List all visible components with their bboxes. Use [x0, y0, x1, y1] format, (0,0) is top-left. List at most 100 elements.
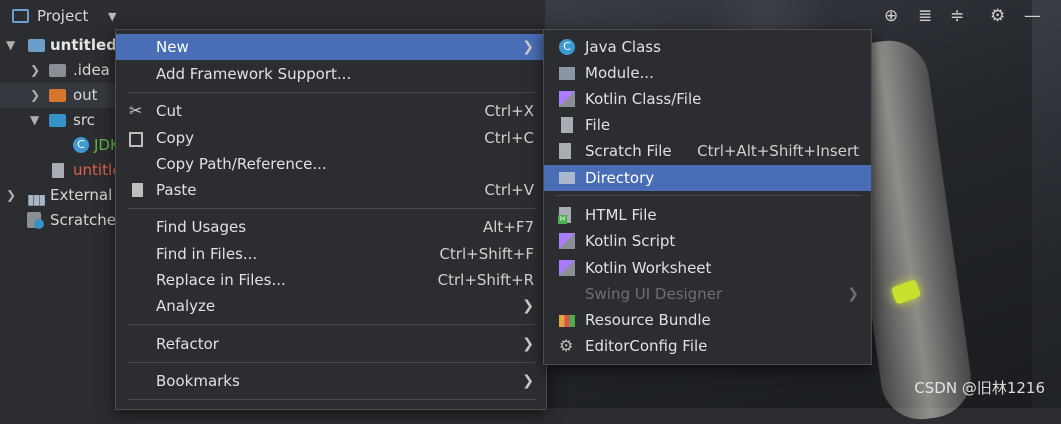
resource-bundle-icon	[559, 315, 575, 327]
chevron-right-icon: ❯	[522, 336, 534, 352]
chevron-down-icon[interactable]: ▼	[108, 10, 116, 23]
menu-item-swing-ui-designer[interactable]: Swing UI Designer ❯	[544, 281, 871, 307]
watermark: CSDN @旧林1216	[914, 379, 1045, 397]
menu-label: EditorConfig File	[585, 337, 708, 355]
tree-label: src	[73, 111, 95, 129]
menu-label: HTML File	[585, 206, 657, 224]
menu-shortcut: Ctrl+X	[484, 102, 534, 120]
scratch-file-icon	[559, 143, 571, 159]
menu-label: Swing UI Designer	[585, 285, 723, 303]
gear-icon[interactable]: ⚙	[990, 6, 1005, 26]
menu-label: Refactor	[156, 335, 219, 353]
menu-item-html-file[interactable]: H HTML File	[544, 202, 871, 228]
clock-icon	[34, 219, 44, 229]
java-class-icon: C	[559, 39, 575, 55]
menu-separator	[128, 92, 536, 93]
menu-label: Resource Bundle	[585, 311, 711, 329]
menu-item-directory[interactable]: Directory	[544, 165, 871, 191]
file-icon	[561, 117, 573, 133]
project-icon	[12, 9, 29, 23]
chevron-right-icon[interactable]: ❯	[30, 58, 40, 83]
menu-item-analyze[interactable]: Analyze ❯	[116, 293, 546, 319]
collapse-all-icon[interactable]: ≑	[950, 6, 964, 26]
menu-shortcut: Alt+F7	[482, 218, 534, 236]
locate-icon[interactable]: ⊕	[884, 6, 898, 26]
tree-label: Scratches	[50, 211, 124, 229]
menu-item-resource-bundle[interactable]: Resource Bundle	[544, 307, 871, 333]
menu-label: Kotlin Script	[585, 232, 676, 250]
menu-item-java-class[interactable]: C Java Class	[544, 34, 871, 60]
menu-shortcut: Ctrl+Shift+F	[439, 245, 534, 263]
menu-item-bookmarks[interactable]: Bookmarks ❯	[116, 368, 546, 394]
tree-label: .idea	[73, 61, 110, 79]
menu-item-file[interactable]: File	[544, 112, 871, 138]
menu-label: Cut	[156, 102, 182, 120]
menu-shortcut: Ctrl+V	[484, 181, 534, 199]
chevron-right-icon[interactable]: ❯	[6, 183, 16, 208]
iml-file-icon	[52, 163, 64, 178]
menu-item-add-framework-support[interactable]: Add Framework Support...	[116, 61, 546, 87]
menu-label: Replace in Files...	[156, 271, 286, 289]
copy-icon	[129, 132, 143, 147]
scissors-icon: ✂	[129, 101, 143, 120]
menu-label: Module...	[585, 64, 654, 82]
excluded-folder-icon	[49, 89, 66, 102]
html-badge-icon: H	[558, 215, 567, 224]
chevron-right-icon: ❯	[847, 286, 859, 302]
module-folder-icon	[28, 39, 45, 52]
menu-item-paste[interactable]: Paste Ctrl+V	[116, 177, 546, 203]
minimize-icon[interactable]: —	[1024, 6, 1041, 26]
menu-separator	[128, 324, 536, 325]
kotlin-icon	[559, 260, 575, 276]
menu-item-scratch-file[interactable]: Scratch File Ctrl+Alt+Shift+Insert	[544, 138, 871, 164]
tree-label: out	[73, 86, 98, 104]
menu-item-kotlin-class[interactable]: Kotlin Class/File	[544, 86, 871, 112]
menu-item-editorconfig-file[interactable]: ⚙ EditorConfig File	[544, 333, 871, 359]
menu-label: New	[156, 38, 189, 56]
menu-label: Java Class	[585, 38, 661, 56]
tree-label: External I	[50, 186, 122, 204]
menu-item-kotlin-script[interactable]: Kotlin Script	[544, 228, 871, 254]
menu-item-refactor[interactable]: Refactor ❯	[116, 331, 546, 357]
menu-item-replace-in-files[interactable]: Replace in Files... Ctrl+Shift+R	[116, 267, 546, 293]
folder-icon	[49, 64, 66, 77]
menu-label: File	[585, 116, 611, 134]
kotlin-icon	[559, 233, 575, 249]
chevron-right-icon[interactable]: ❯	[30, 83, 40, 108]
menu-item-copy[interactable]: Copy Ctrl+C	[116, 125, 546, 151]
menu-item-kotlin-worksheet[interactable]: Kotlin Worksheet	[544, 255, 871, 281]
menu-label: Add Framework Support...	[156, 65, 352, 83]
menu-label: Find in Files...	[156, 245, 258, 263]
context-menu: New ❯ Add Framework Support... ✂ Cut Ctr…	[115, 29, 547, 410]
kotlin-icon	[559, 91, 575, 107]
menu-label: Copy	[156, 129, 195, 147]
menu-item-find-usages[interactable]: Find Usages Alt+F7	[116, 214, 546, 240]
class-icon: C	[73, 137, 89, 153]
menu-item-copy-path[interactable]: Copy Path/Reference...	[116, 151, 546, 177]
expand-all-icon[interactable]: ≣	[918, 6, 932, 26]
menu-label: Directory	[585, 169, 655, 187]
chevron-down-icon[interactable]: ▼	[30, 108, 39, 133]
chevron-right-icon: ❯	[522, 373, 534, 389]
menu-shortcut: Ctrl+C	[484, 129, 534, 147]
menu-shortcut: Ctrl+Shift+R	[437, 271, 534, 289]
menu-item-module[interactable]: Module...	[544, 60, 871, 86]
new-submenu: C Java Class Module... Kotlin Class/File…	[543, 29, 872, 365]
menu-separator	[128, 208, 536, 209]
clipboard-icon	[132, 183, 143, 197]
chevron-right-icon: ❯	[522, 39, 534, 55]
menu-label: Paste	[156, 181, 197, 199]
menu-label: Scratch File	[585, 142, 672, 160]
menu-item-cut[interactable]: ✂ Cut Ctrl+X	[116, 98, 546, 124]
folder-icon	[559, 172, 575, 184]
menu-label: Bookmarks	[156, 372, 240, 390]
menu-item-find-in-files[interactable]: Find in Files... Ctrl+Shift+F	[116, 241, 546, 267]
chevron-down-icon[interactable]: ▼	[6, 33, 15, 58]
menu-item-new[interactable]: New ❯	[116, 34, 546, 60]
menu-label: Find Usages	[156, 218, 247, 236]
menu-label: Kotlin Worksheet	[585, 259, 712, 277]
chevron-right-icon: ❯	[522, 298, 534, 314]
menu-separator	[128, 399, 536, 400]
module-icon	[559, 67, 575, 80]
panel-title[interactable]: Project	[37, 7, 88, 25]
